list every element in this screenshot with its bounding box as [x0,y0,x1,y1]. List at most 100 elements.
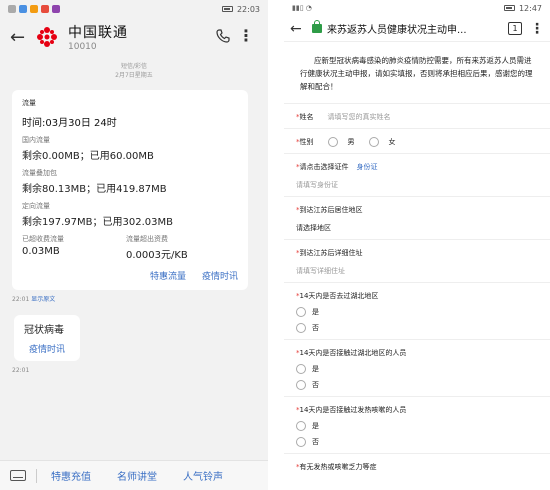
option-label: 是 [312,308,319,316]
contact-title: 中国联通 10010 [68,22,128,52]
gender-label-text: 性别 [299,138,314,146]
browser-screen: ▮▮▯ ◔ 12:47 ← 来苏返苏人员健康状况主动申... 1 ⋮ 应新型冠状… [284,0,550,490]
option-yes[interactable]: 是 [296,421,538,431]
question-label: *14天内是否接触过发热咳嗽的人员 [296,405,538,415]
radio-icon[interactable] [296,380,306,390]
contact-number: 10010 [68,42,97,52]
message-time-line: 时间:03月30日 24时 [22,118,117,129]
question-label: *有无发热或咳嗽乏力等症 [296,462,538,472]
option-label: 否 [312,438,319,446]
message-bubble[interactable]: 流量 时间:03月30日 24时 国内流量 剩余0.00MB；已用60.00MB… [12,90,248,290]
option-no[interactable]: 否 [296,437,538,447]
address-input[interactable]: 请填写详细住址 [296,266,538,276]
question-hubei-contact: *14天内是否接触过湖北地区的人员 是 否 [284,340,550,397]
domestic-value: 剩余0.00MB；已用60.00MB [22,151,154,162]
radio-icon[interactable] [296,323,306,333]
domestic-label: 国内流量 [22,136,50,144]
fee-value: 0.03MB [22,246,60,257]
id-field: *请点击选择证件 身份证 请填写身份证 [284,154,550,197]
arrive-label: *到达江苏后居住地区 [296,205,538,215]
name-label-text: 姓名 [299,113,314,121]
battery-icon [221,6,233,12]
address-label-text: 到达江苏后详细住址 [299,249,363,257]
phone-icon[interactable] [216,29,230,43]
time-stamp: 22:01 [12,296,30,303]
back-arrow-icon[interactable]: ← [290,21,312,37]
divider [36,468,37,483]
message-links: 特惠流量 疫情时讯 [22,269,238,282]
message-date: 2月7日星期五 [115,72,153,79]
radio-icon[interactable] [296,437,306,447]
epidemic-news-link[interactable]: 疫情时讯 [202,269,238,282]
radio-icon[interactable] [327,137,338,147]
fee-row: 已超收费流量 0.03MB 流量超出资费 0.0003元/KB [22,234,238,261]
id-label-text: 请点击选择证件 [299,163,349,171]
menu-lecture[interactable]: 名师讲堂 [117,468,157,483]
back-arrow-icon[interactable]: ← [10,27,36,48]
gender-label: *性别 [296,137,314,147]
browser-toolbar: ← 来苏返苏人员健康状况主动申... 1 ⋮ [284,16,550,42]
name-input[interactable]: 请填写您的真实姓名 [328,112,391,122]
message-bubble-2[interactable]: 冠状病毒 疫情时讯 [14,315,80,361]
id-label: *请点击选择证件 身份证 [296,162,538,172]
bubble2-title: 冠状病毒 [24,325,64,336]
menu-ringtone[interactable]: 人气铃声 [183,468,223,483]
fee-col: 已超收费流量 0.03MB [22,234,64,261]
bubble2-link[interactable]: 疫情时讯 [24,342,70,355]
radio-icon[interactable] [296,307,306,317]
option-no[interactable]: 否 [296,380,538,390]
more-menu-icon[interactable]: ⋮ [238,26,254,45]
id-input[interactable]: 请填写身份证 [296,180,538,190]
gender-male[interactable]: 男 [327,137,355,147]
gender-male-label: 男 [347,138,355,146]
message-type: 短信/彩信 [120,63,148,70]
question-text: 14天内是否去过湖北地区 [299,292,379,300]
option-yes[interactable]: 是 [296,307,538,317]
option-yes[interactable]: 是 [296,364,538,374]
question-label: *14天内是否去过湖北地区 [296,291,538,301]
addon-value: 剩余80.13MB；已用419.87MB [22,184,167,195]
id-type-select[interactable]: 身份证 [357,163,378,171]
option-label: 是 [312,365,319,373]
status-right: 22:03 [221,4,260,14]
app-icon [19,5,27,13]
name-label: *姓名 [296,112,314,122]
fee-label: 已超收费流量 [22,235,64,243]
radio-icon[interactable] [368,137,379,147]
page-title[interactable]: 来苏返苏人员健康状况主动申... [327,21,502,36]
question-fever-contact: *14天内是否接触过发热咳嗽的人员 是 否 [284,397,550,454]
radio-icon[interactable] [296,364,306,374]
keyboard-icon[interactable] [10,470,26,481]
app-icon [41,5,49,13]
gender-female[interactable]: 女 [368,137,396,147]
menu-recharge[interactable]: 特惠充值 [51,468,91,483]
radio-icon[interactable] [296,421,306,431]
addon-label: 流量叠加包 [22,169,57,177]
status-time: 12:47 [518,3,542,13]
lock-icon [312,20,322,33]
region-select[interactable]: 请选择地区 [296,223,538,233]
name-field: *姓名 请填写您的真实姓名 [284,104,550,129]
show-original-link[interactable]: 显示原文 [31,296,55,303]
more-menu-icon[interactable]: ⋮ [530,21,544,37]
status-bar: ▮▮▯ ◔ 12:47 [284,0,550,16]
status-time: 22:03 [236,4,260,14]
question-hubei: *14天内是否去过湖北地区 是 否 [284,283,550,340]
tab-count-icon[interactable]: 1 [508,22,522,35]
option-no[interactable]: 否 [296,323,538,333]
address-field: *到达江苏后详细住址 请填写详细住址 [284,240,550,283]
directed-value: 剩余197.97MB；已用302.03MB [22,217,173,228]
question-text: 有无发热或咳嗽乏力等症 [299,463,377,471]
conversation-header: ← 中国联通 10010 ⋮ [0,18,268,56]
overflow-label: 流量超出资费 [126,235,168,243]
overflow-col: 流量超出资费 0.0003元/KB [126,234,238,261]
app-icon [30,5,38,13]
message-time-2: 22:01 [12,367,30,374]
overflow-value: 0.0003元/KB [126,250,188,261]
form-intro: 应新型冠状病毒感染的肺炎疫情防控需要，所有来苏返苏人员需进行健康状况主动申报，请… [284,42,550,104]
gender-field: *性别 男 女 [284,129,550,154]
arrive-region-field: *到达江苏后居住地区 请选择地区 [284,197,550,240]
bottom-menu-bar: 特惠充值 名师讲堂 人气铃声 [0,460,268,490]
gender-row: *性别 男 女 [296,137,538,147]
special-traffic-link[interactable]: 特惠流量 [150,269,186,282]
